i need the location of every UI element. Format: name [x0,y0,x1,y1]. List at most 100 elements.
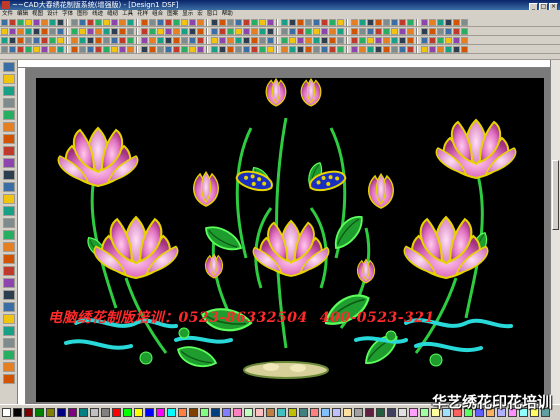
toolbar-tool-icon[interactable] [337,19,344,26]
toolbar-tool-icon[interactable] [421,19,428,26]
toolbar-tool-icon[interactable] [87,46,94,53]
toolbar-tool-icon[interactable] [243,19,250,26]
toolbar-tool-icon[interactable] [321,37,328,44]
toolbar-tool-icon[interactable] [281,19,288,26]
toolbar-tool-icon[interactable] [367,37,374,44]
toolbar-tool-icon[interactable] [429,37,436,44]
toolbar-tool-icon[interactable] [111,19,118,26]
toolbar-tool-icon[interactable] [157,28,164,35]
toolbar-tool-icon[interactable] [149,28,156,35]
color-swatch[interactable] [200,408,209,417]
toolbar-tool-icon[interactable] [33,46,40,53]
toolbar-tool-icon[interactable] [461,28,468,35]
left-tool-icon[interactable] [3,74,15,84]
left-tool-icon[interactable] [3,98,15,108]
color-swatch[interactable] [222,408,231,417]
toolbar-tool-icon[interactable] [259,37,266,44]
toolbar-tool-icon[interactable] [259,46,266,53]
toolbar-tool-icon[interactable] [297,19,304,26]
left-tool-icon[interactable] [3,362,15,372]
toolbar-tool-icon[interactable] [243,46,250,53]
toolbar-tool-icon[interactable] [9,19,16,26]
menu-item[interactable]: 文件 [0,10,15,18]
toolbar-tool-icon[interactable] [119,28,126,35]
toolbar-tool-icon[interactable] [305,19,312,26]
toolbar-tool-icon[interactable] [337,37,344,44]
toolbar-tool-icon[interactable] [313,46,320,53]
toolbar-tool-icon[interactable] [157,46,164,53]
toolbar-tool-icon[interactable] [173,37,180,44]
toolbar-tool-icon[interactable] [289,37,296,44]
toolbar-tool-icon[interactable] [437,19,444,26]
toolbar-tool-icon[interactable] [9,46,16,53]
toolbar-tool-icon[interactable] [227,19,234,26]
toolbar-tool-icon[interactable] [103,37,110,44]
design-canvas[interactable] [36,78,544,402]
color-swatch[interactable] [24,408,33,417]
toolbar-tool-icon[interactable] [17,19,24,26]
menu-item[interactable]: 图案 [165,10,180,18]
color-swatch[interactable] [123,408,132,417]
left-tool-icon[interactable] [3,206,15,216]
color-swatch[interactable] [101,408,110,417]
toolbar-tool-icon[interactable] [305,37,312,44]
toolbar-tool-icon[interactable] [33,19,40,26]
toolbar-tool-icon[interactable] [49,37,56,44]
toolbar-tool-icon[interactable] [329,28,336,35]
toolbar-tool-icon[interactable] [181,37,188,44]
left-tool-icon[interactable] [3,194,15,204]
toolbar-tool-icon[interactable] [421,37,428,44]
toolbar-tool-icon[interactable] [321,28,328,35]
toolbar-tool-icon[interactable] [235,28,242,35]
toolbar-tool-icon[interactable] [49,46,56,53]
toolbar-tool-icon[interactable] [71,19,78,26]
toolbar-tool-icon[interactable] [399,28,406,35]
toolbar-tool-icon[interactable] [321,46,328,53]
toolbar-tool-icon[interactable] [351,37,358,44]
toolbar-tool-icon[interactable] [189,37,196,44]
toolbar-tool-icon[interactable] [79,28,86,35]
toolbar-tool-icon[interactable] [41,28,48,35]
toolbar-tool-icon[interactable] [321,19,328,26]
toolbar-tool-icon[interactable] [399,46,406,53]
toolbar-tool-icon[interactable] [235,19,242,26]
toolbar-tool-icon[interactable] [297,37,304,44]
toolbar-tool-icon[interactable] [391,37,398,44]
toolbar-tool-icon[interactable] [351,46,358,53]
toolbar-tool-icon[interactable] [337,46,344,53]
toolbar-tool-icon[interactable] [367,46,374,53]
toolbar-tool-icon[interactable] [57,28,64,35]
left-tool-icon[interactable] [3,218,15,228]
toolbar-tool-icon[interactable] [57,37,64,44]
toolbar-tool-icon[interactable] [189,19,196,26]
toolbar-tool-icon[interactable] [375,19,382,26]
toolbar-tool-icon[interactable] [173,19,180,26]
color-swatch[interactable] [266,408,275,417]
toolbar-tool-icon[interactable] [399,19,406,26]
toolbar-tool-icon[interactable] [437,37,444,44]
menu-item[interactable]: 编辑 [15,10,30,18]
color-swatch[interactable] [156,408,165,417]
toolbar-tool-icon[interactable] [305,28,312,35]
toolbar-tool-icon[interactable] [267,46,274,53]
toolbar-tool-icon[interactable] [289,28,296,35]
toolbar-tool-icon[interactable] [297,46,304,53]
toolbar-tool-icon[interactable] [141,28,148,35]
toolbar-tool-icon[interactable] [351,19,358,26]
toolbar-tool-icon[interactable] [313,37,320,44]
menu-item[interactable]: 帮助 [220,10,235,18]
toolbar-tool-icon[interactable] [127,46,134,53]
toolbar-tool-icon[interactable] [313,28,320,35]
toolbar-tool-icon[interactable] [181,28,188,35]
toolbar-tool-icon[interactable] [149,19,156,26]
left-tool-icon[interactable] [3,182,15,192]
color-swatch[interactable] [145,408,154,417]
toolbar-tool-icon[interactable] [211,19,218,26]
toolbar-tool-icon[interactable] [267,37,274,44]
color-swatch[interactable] [420,408,429,417]
toolbar-tool-icon[interactable] [1,37,8,44]
menu-item[interactable]: 花样 [135,10,150,18]
toolbar-tool-icon[interactable] [189,46,196,53]
color-swatch[interactable] [189,408,198,417]
toolbar-tool-icon[interactable] [9,37,16,44]
